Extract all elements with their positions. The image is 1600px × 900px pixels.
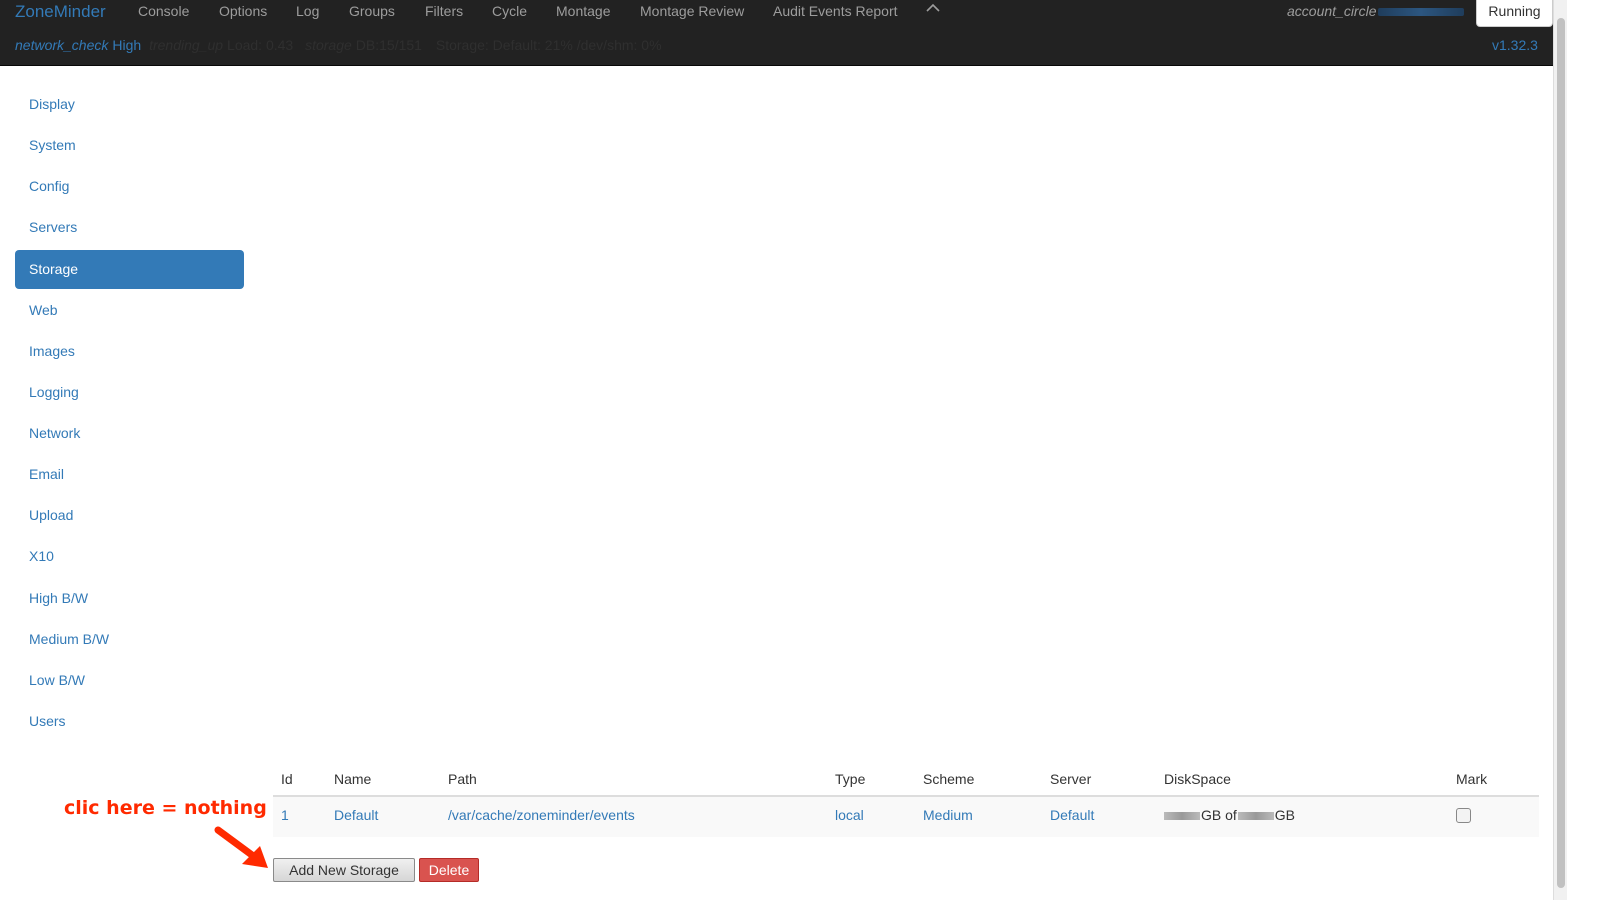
sidebar-item-medium-bw[interactable]: Medium B/W xyxy=(15,620,244,659)
scrollbar-thumb[interactable] xyxy=(1557,18,1565,888)
top-navbar: ZoneMinder Console Options Log Groups Fi… xyxy=(0,0,1553,66)
nav-montage[interactable]: Montage xyxy=(556,3,610,19)
cell-scheme[interactable]: Medium xyxy=(923,807,973,823)
sidebar-item-images[interactable]: Images xyxy=(15,332,244,371)
version-link[interactable]: v1.32.3 xyxy=(1492,37,1538,53)
nav-groups[interactable]: Groups xyxy=(349,3,395,19)
annotation-arrow-icon xyxy=(214,826,268,868)
col-mark: Mark xyxy=(1456,771,1488,787)
disk-unit-of: GB of xyxy=(1201,807,1237,823)
table-header: Id Name Path Type Scheme Server DiskSpac… xyxy=(273,762,1539,797)
nav-filters[interactable]: Filters xyxy=(425,3,463,19)
table-row: 1 Default /var/cache/zoneminder/events l… xyxy=(273,797,1539,837)
redacted-used xyxy=(1164,812,1200,821)
nav-cycle[interactable]: Cycle xyxy=(492,3,527,19)
load-text: Load: 0.43 xyxy=(227,37,294,53)
vertical-scrollbar[interactable] xyxy=(1553,0,1567,900)
account-circle-icon[interactable]: account_circle xyxy=(1287,3,1377,19)
sidebar-item-x10[interactable]: X10 xyxy=(15,537,244,576)
cell-diskspace: GB of GB xyxy=(1164,807,1295,823)
col-server: Server xyxy=(1050,771,1092,787)
col-id: Id xyxy=(281,771,293,787)
nav-audit-events-report[interactable]: Audit Events Report xyxy=(773,3,898,19)
sidebar-item-upload[interactable]: Upload xyxy=(15,496,244,535)
storage-table: Id Name Path Type Scheme Server DiskSpac… xyxy=(273,762,1539,837)
chevron-up-icon[interactable] xyxy=(925,0,941,16)
network-check-icon: network_check xyxy=(15,37,109,53)
bandwidth-link[interactable]: High xyxy=(112,37,141,53)
status-bar: network_check High trending_up Load: 0.43 … xyxy=(15,37,666,53)
nav-montage-review[interactable]: Montage Review xyxy=(640,3,744,19)
mark-checkbox[interactable] xyxy=(1456,808,1471,823)
sidebar-item-web[interactable]: Web xyxy=(15,291,244,330)
nav-console[interactable]: Console xyxy=(138,3,189,19)
sidebar-item-display[interactable]: Display xyxy=(15,85,244,124)
sidebar-item-storage[interactable]: Storage xyxy=(15,249,244,289)
sidebar-item-system[interactable]: System xyxy=(15,126,244,165)
sidebar-item-logging[interactable]: Logging xyxy=(15,373,244,412)
nav-options[interactable]: Options xyxy=(219,3,267,19)
col-diskspace: DiskSpace xyxy=(1164,771,1231,787)
run-state-button[interactable]: Running xyxy=(1476,0,1553,27)
redacted-total xyxy=(1237,812,1274,821)
col-name: Name xyxy=(334,771,372,787)
sidebar-item-servers[interactable]: Servers xyxy=(15,208,244,247)
delete-button[interactable]: Delete xyxy=(419,858,479,882)
add-new-storage-button[interactable]: Add New Storage xyxy=(273,858,415,882)
options-sidebar: Display System Config Servers Storage We… xyxy=(15,85,244,743)
col-scheme: Scheme xyxy=(923,771,975,787)
disk-unit: GB xyxy=(1274,807,1296,823)
storage-text: Storage: Default: 21% /dev/shm: 0% xyxy=(435,37,662,53)
trending-up-icon: trending_up xyxy=(149,37,224,53)
nav-log[interactable]: Log xyxy=(296,3,319,19)
cell-server[interactable]: Default xyxy=(1050,807,1094,823)
db-text: DB:15/151 xyxy=(355,37,422,53)
sidebar-item-network[interactable]: Network xyxy=(15,414,244,453)
redacted-username xyxy=(1378,8,1464,16)
sidebar-item-config[interactable]: Config xyxy=(15,167,244,206)
sidebar-item-high-bw[interactable]: High B/W xyxy=(15,579,244,618)
cell-id[interactable]: 1 xyxy=(281,807,289,823)
cell-name[interactable]: Default xyxy=(334,807,378,823)
sidebar-item-users[interactable]: Users xyxy=(15,702,244,741)
sidebar-item-low-bw[interactable]: Low B/W xyxy=(15,661,244,700)
cell-type[interactable]: local xyxy=(835,807,864,823)
sidebar-item-email[interactable]: Email xyxy=(15,455,244,494)
brand-link[interactable]: ZoneMinder xyxy=(15,2,106,22)
annotation-text: clic here = nothing xyxy=(64,797,267,819)
cell-path[interactable]: /var/cache/zoneminder/events xyxy=(448,807,635,823)
col-type: Type xyxy=(835,771,866,787)
col-path: Path xyxy=(448,771,477,787)
storage-icon: storage xyxy=(305,37,352,53)
